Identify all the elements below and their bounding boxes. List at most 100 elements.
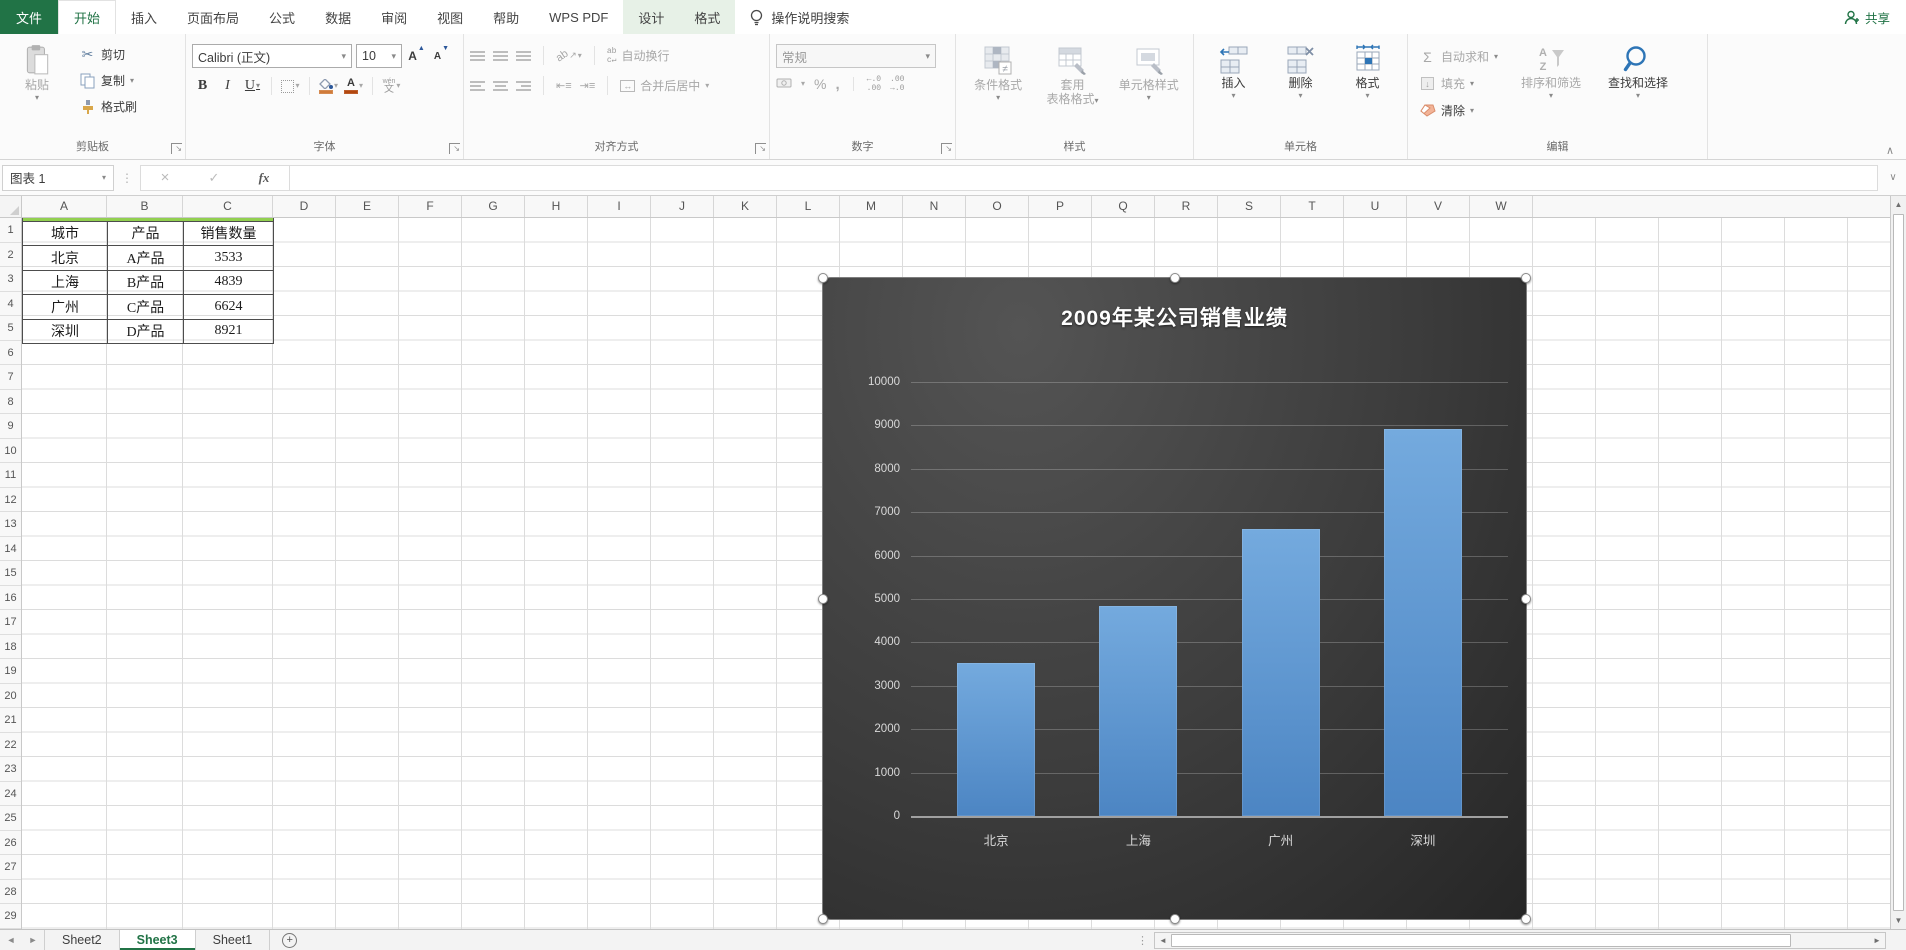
tab-insert[interactable]: 插入 [116,0,172,34]
comma-style-icon[interactable]: , [835,76,839,93]
new-sheet-button[interactable]: + [282,933,297,948]
column-header-M[interactable]: M [840,196,903,217]
column-header-U[interactable]: U [1344,196,1407,217]
scroll-down-icon[interactable]: ▼ [1891,912,1906,929]
row-header-25[interactable]: 25 [0,806,21,831]
increase-font-button[interactable]: A▲ [406,45,427,67]
number-format-select[interactable]: 常规 ▾ [776,44,936,68]
column-header-N[interactable]: N [903,196,966,217]
row-header-26[interactable]: 26 [0,831,21,856]
row-header-8[interactable]: 8 [0,390,21,415]
bar-广州[interactable] [1242,529,1320,816]
format-cells-button[interactable]: 格式 ▾ [1339,39,1397,135]
select-all-corner[interactable] [0,196,22,218]
vertical-scrollbar[interactable]: ▲ ▼ [1890,196,1906,929]
clear-button[interactable]: 清除 ▾ [1414,99,1503,122]
column-header-V[interactable]: V [1407,196,1470,217]
row-header-17[interactable]: 17 [0,610,21,635]
name-box[interactable]: 图表 1 ▾ [2,165,114,191]
conditional-formatting-button[interactable]: ≠ 条件格式 ▾ [962,39,1034,135]
row-header-19[interactable]: 19 [0,659,21,684]
tab-wps-pdf[interactable]: WPS PDF [534,0,623,34]
row-header-5[interactable]: 5 [0,316,21,341]
share-button[interactable]: 共享 [1828,0,1906,34]
decrease-decimal-icon[interactable]: .00→.0 [890,75,904,93]
tab-help[interactable]: 帮助 [478,0,534,34]
align-bottom-icon[interactable] [516,49,531,63]
copy-button[interactable]: 复制 ▾ [74,69,142,92]
cell-C2[interactable]: 销售数量 [184,221,274,246]
format-as-table-button[interactable]: 套用表格格式▾ [1034,39,1110,135]
column-header-L[interactable]: L [777,196,840,217]
expand-formula-bar-icon[interactable]: ∨ [1882,172,1904,183]
row-header-7[interactable]: 7 [0,365,21,390]
cell-B2[interactable]: 产品 [108,221,184,246]
orientation-button[interactable]: ab↗▾ [556,45,582,67]
cell-A3[interactable]: 北京 [23,246,108,271]
borders-button[interactable]: ▾ [280,75,301,97]
tab-design[interactable]: 设计 [623,0,679,34]
tab-review[interactable]: 审阅 [366,0,422,34]
cell-C3[interactable]: 3533 [184,246,274,271]
chart-handle-top-middle[interactable] [1170,273,1180,283]
column-header-I[interactable]: I [588,196,651,217]
horizontal-scrollbar[interactable]: ◄ ► [1154,932,1886,949]
clipboard-dialog-launcher-icon[interactable]: ↘ [171,143,182,154]
autosum-button[interactable]: Σ 自动求和 ▾ [1414,45,1503,68]
find-select-button[interactable]: 查找和选择 ▾ [1599,39,1677,135]
scroll-up-icon[interactable]: ▲ [1891,196,1906,213]
format-painter-button[interactable]: 格式刷 [74,95,142,118]
row-header-22[interactable]: 22 [0,733,21,758]
cell-C6[interactable]: 8921 [184,319,274,344]
tab-view[interactable]: 视图 [422,0,478,34]
next-sheet-icon[interactable]: ► [22,930,44,950]
fill-color-button[interactable]: ▾ [318,75,339,97]
prev-sheet-icon[interactable]: ◄ [0,930,22,950]
bar-上海[interactable] [1099,606,1177,816]
percent-style-icon[interactable]: % [814,76,826,92]
decrease-indent-icon[interactable]: ⇤≡ [556,79,572,92]
chart-handle-middle-right[interactable] [1521,594,1531,604]
chart-handle-top-right[interactable] [1521,273,1531,283]
column-header-T[interactable]: T [1281,196,1344,217]
tab-formulas[interactable]: 公式 [254,0,310,34]
tab-home[interactable]: 开始 [58,0,116,34]
row-header-3[interactable]: 3 [0,267,21,292]
italic-button[interactable]: I [217,75,238,97]
font-color-button[interactable]: A ▾ [343,75,364,97]
column-header-B[interactable]: B [107,196,183,217]
confirm-entry-icon[interactable]: ✓ [209,170,220,186]
formula-input[interactable] [290,165,1878,191]
tab-page-layout[interactable]: 页面布局 [172,0,254,34]
row-header-14[interactable]: 14 [0,537,21,562]
font-size-select[interactable]: 10 ▾ [356,44,402,68]
row-header-29[interactable]: 29 [0,904,21,929]
column-header-A[interactable]: A [22,196,107,217]
increase-indent-icon[interactable]: ⇥≡ [580,79,596,92]
cell-A4[interactable]: 上海 [23,270,108,295]
paste-dropdown-icon[interactable]: ▾ [35,94,39,102]
alignment-dialog-launcher-icon[interactable]: ↘ [755,143,766,154]
column-header-F[interactable]: F [399,196,462,217]
sort-filter-button[interactable]: A Z 排序和筛选 ▾ [1513,39,1589,135]
number-dialog-launcher-icon[interactable]: ↘ [941,143,952,154]
scroll-right-icon[interactable]: ► [1869,936,1885,945]
align-top-icon[interactable] [470,49,485,63]
row-header-21[interactable]: 21 [0,708,21,733]
row-header-9[interactable]: 9 [0,414,21,439]
row-header-20[interactable]: 20 [0,684,21,709]
bar-北京[interactable] [957,663,1035,816]
insert-cells-button[interactable]: 插入 ▾ [1205,39,1263,135]
scroll-left-icon[interactable]: ◄ [1155,936,1171,945]
chart-handle-bottom-right[interactable] [1521,914,1531,924]
cell-styles-button[interactable]: 单元格样式 ▾ [1111,39,1187,135]
cell-A2[interactable]: 城市 [23,221,108,246]
increase-decimal-icon[interactable]: ←.0.00 [867,75,881,93]
chart-handle-bottom-middle[interactable] [1170,914,1180,924]
horizontal-scroll-thumb[interactable] [1171,934,1791,947]
accounting-format-icon[interactable] [776,77,792,92]
merge-center-button[interactable]: ↔ 合并后居中 ▾ [620,74,709,97]
column-header-K[interactable]: K [714,196,777,217]
row-header-11[interactable]: 11 [0,463,21,488]
column-header-D[interactable]: D [273,196,336,217]
